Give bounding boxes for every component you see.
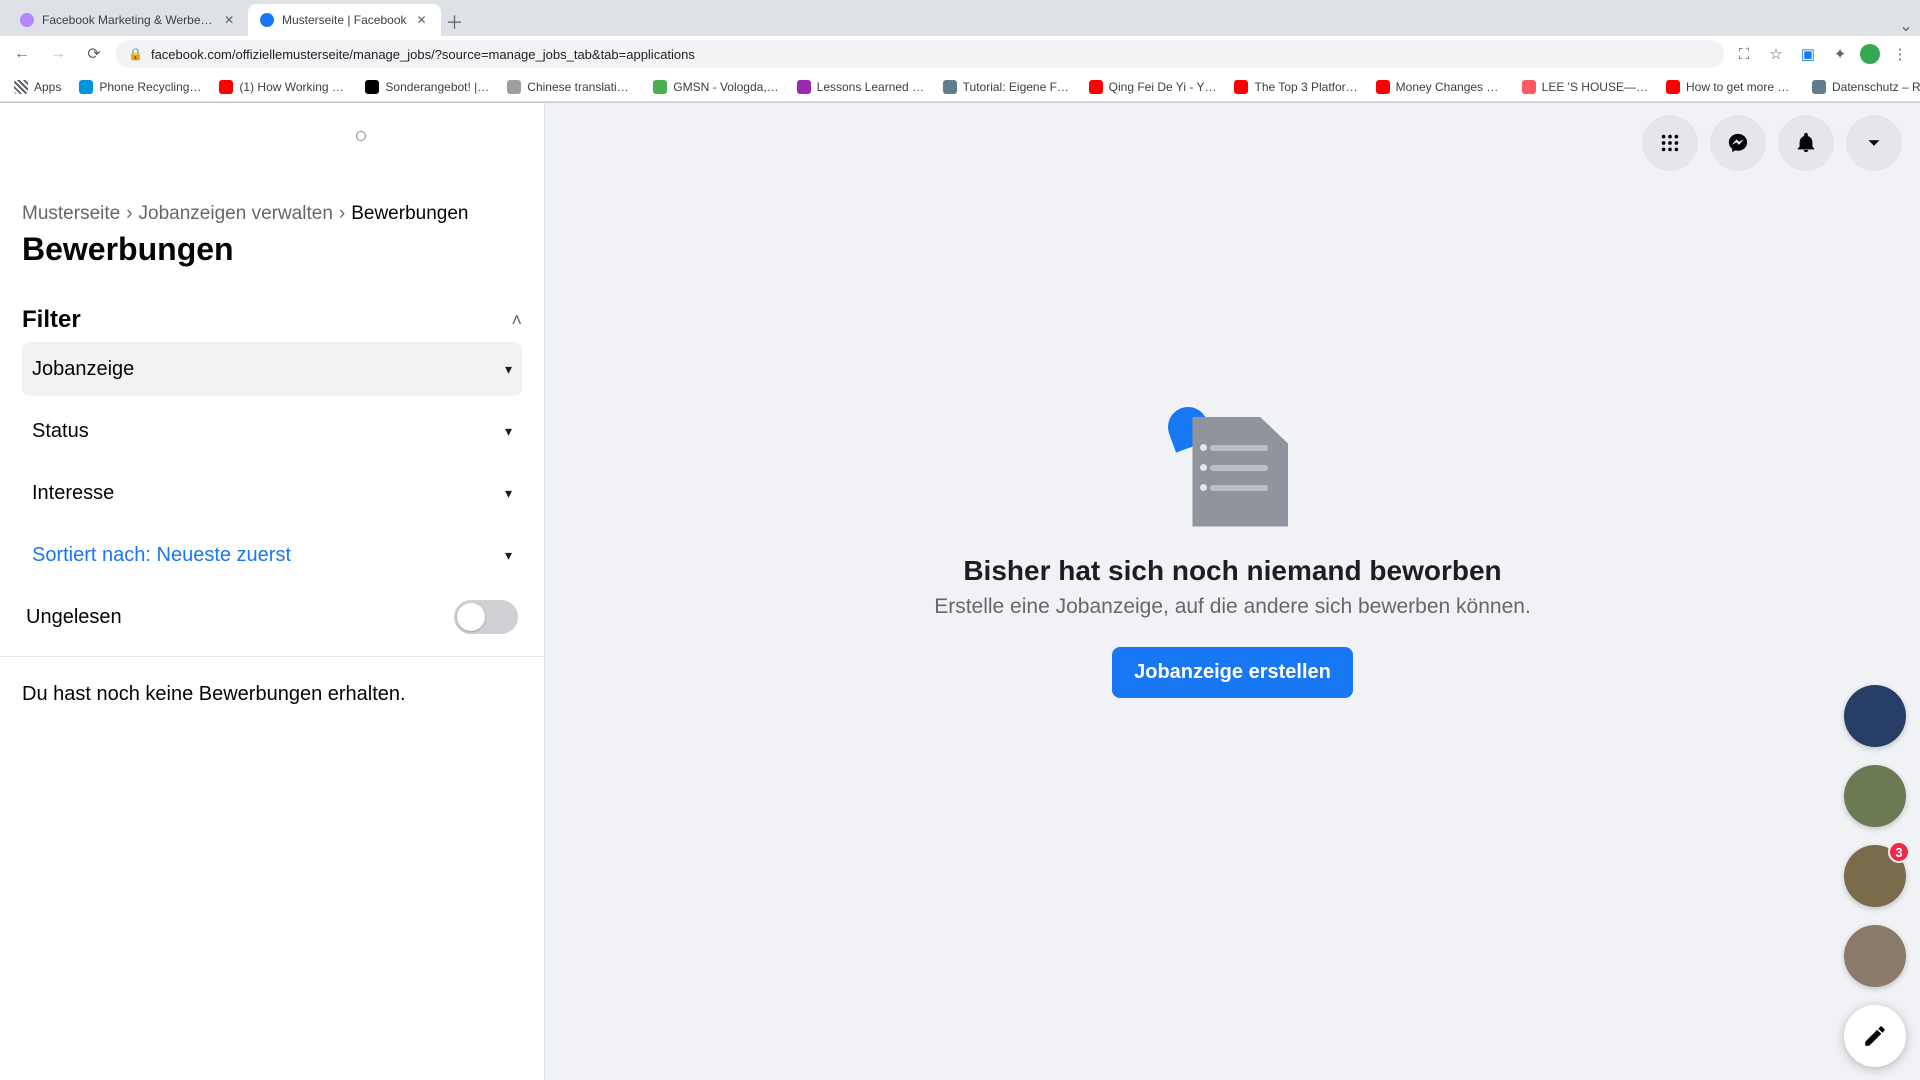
breadcrumb-item[interactable]: Jobanzeigen verwalten [139, 203, 333, 225]
bookmark-item[interactable]: Lessons Learned f… [791, 78, 931, 96]
sidebar-empty-message: Du hast noch keine Bewerbungen erhalten. [22, 683, 522, 706]
browser-chrome: Facebook Marketing & Werbea… ✕ Mustersei… [0, 0, 1920, 103]
apps-icon [14, 80, 28, 94]
url-text: facebook.com/offiziellemusterseite/manag… [151, 47, 695, 62]
apps-shortcut[interactable]: Apps [8, 78, 67, 96]
menu-button[interactable] [1642, 115, 1698, 171]
document-icon [1192, 417, 1288, 527]
bookmark-item[interactable]: The Top 3 Platfor… [1228, 78, 1363, 96]
caret-down-icon: ▾ [505, 361, 512, 378]
facebook-app: f Musterseite › Jobanzeigen verwalten › … [0, 103, 1920, 1080]
browser-tab[interactable]: Musterseite | Facebook ✕ [248, 4, 441, 36]
forward-button[interactable]: → [44, 40, 72, 68]
page-title: Bewerbungen [22, 231, 522, 268]
bookmark-item[interactable]: LEE 'S HOUSE—… [1516, 78, 1654, 96]
close-icon[interactable]: ✕ [222, 13, 236, 27]
breadcrumb-item: Bewerbungen [351, 203, 468, 225]
filter-jobanzeige[interactable]: Jobanzeige ▾ [22, 342, 522, 396]
profile-avatar[interactable] [1860, 44, 1880, 64]
filter-toggle[interactable]: Filter ˄ [22, 306, 522, 334]
bookmark-item[interactable]: Qing Fei De Yi - Y… [1083, 78, 1223, 96]
divider [0, 656, 544, 657]
browser-tab[interactable]: Facebook Marketing & Werbea… ✕ [8, 4, 248, 36]
new-tab-button[interactable]: ＋ [441, 8, 469, 36]
contact-bubble[interactable] [1844, 685, 1906, 747]
caret-down-icon: ▾ [505, 547, 512, 564]
filter-ungelesen: Ungelesen [22, 600, 522, 634]
sidebar: Musterseite › Jobanzeigen verwalten › Be… [0, 103, 545, 1080]
bookmark-item[interactable]: Tutorial: Eigene Fa… [937, 78, 1077, 96]
filter-sort[interactable]: Sortiert nach: Neueste zuerst ▾ [22, 528, 522, 582]
facebook-ext-icon[interactable]: ▣ [1796, 42, 1820, 66]
bookmark-item[interactable]: Chinese translation… [501, 78, 641, 96]
bookmark-item[interactable]: Money Changes E… [1370, 78, 1510, 96]
grid-icon [1659, 132, 1681, 154]
tab-favicon [20, 13, 34, 27]
star-icon[interactable]: ☆ [1764, 42, 1788, 66]
close-icon[interactable]: ✕ [415, 13, 429, 27]
toggle-knob [457, 603, 485, 631]
bell-icon [1795, 132, 1817, 154]
filter-status[interactable]: Status ▾ [22, 404, 522, 458]
tab-title: Facebook Marketing & Werbea… [42, 13, 214, 27]
bookmark-item[interactable]: Datenschutz – Re… [1806, 78, 1920, 96]
account-button[interactable] [1846, 115, 1902, 171]
browser-toolbar: ← → ⟳ 🔒 facebook.com/offiziellemustersei… [0, 36, 1920, 72]
chevron-up-icon: ˄ [511, 310, 522, 331]
bookmark-item[interactable]: How to get more v… [1660, 78, 1800, 96]
bookmarks-bar: Apps Phone Recycling… (1) How Working a…… [0, 72, 1920, 102]
reload-button[interactable]: ⟳ [80, 40, 108, 68]
messenger-button[interactable] [1710, 115, 1766, 171]
notifications-button[interactable] [1778, 115, 1834, 171]
contact-bubble[interactable] [1844, 925, 1906, 987]
bookmark-item[interactable]: GMSN - Vologda,… [647, 78, 784, 96]
empty-illustration [1162, 407, 1302, 527]
compose-icon [1862, 1023, 1888, 1049]
address-bar[interactable]: 🔒 facebook.com/offiziellemusterseite/man… [116, 40, 1724, 68]
create-job-button[interactable]: Jobanzeige erstellen [1112, 647, 1353, 698]
qr-icon[interactable]: ⛶ [1732, 42, 1756, 66]
compose-button[interactable] [1844, 1005, 1906, 1067]
filter-label: Filter [22, 306, 81, 334]
unread-badge: 3 [1888, 841, 1910, 863]
extensions-icon[interactable]: ✦ [1828, 42, 1852, 66]
contacts-rail: 3 [1844, 685, 1906, 1067]
cursor-icon [356, 131, 366, 141]
bookmark-item[interactable]: Phone Recycling… [73, 78, 207, 96]
tab-favicon [260, 13, 274, 27]
breadcrumb-sep: › [339, 203, 345, 225]
caret-down-icon: ▾ [505, 423, 512, 440]
tab-strip: Facebook Marketing & Werbea… ✕ Mustersei… [0, 0, 1920, 36]
ungelesen-toggle[interactable] [454, 600, 518, 634]
caret-down-icon [1863, 132, 1885, 154]
main-content: Bisher hat sich noch niemand beworben Er… [545, 103, 1920, 1080]
caret-down-icon: ▾ [505, 485, 512, 502]
chevron-down-icon[interactable]: ⌄ [1892, 16, 1920, 36]
breadcrumb-sep: › [126, 203, 132, 225]
kebab-icon[interactable]: ⋮ [1888, 42, 1912, 66]
filter-interesse[interactable]: Interesse ▾ [22, 466, 522, 520]
contact-bubble[interactable] [1844, 765, 1906, 827]
messenger-icon [1727, 132, 1749, 154]
breadcrumb-item[interactable]: Musterseite [22, 203, 120, 225]
bookmark-item[interactable]: (1) How Working a… [213, 78, 353, 96]
contact-bubble[interactable]: 3 [1844, 845, 1906, 907]
bookmark-item[interactable]: Sonderangebot! |… [359, 78, 495, 96]
empty-subtitle: Erstelle eine Jobanzeige, auf die andere… [934, 595, 1531, 619]
empty-state: Bisher hat sich noch niemand beworben Er… [934, 407, 1531, 698]
back-button[interactable]: ← [8, 40, 36, 68]
lock-icon: 🔒 [128, 47, 143, 61]
breadcrumb: Musterseite › Jobanzeigen verwalten › Be… [22, 203, 522, 225]
tab-title: Musterseite | Facebook [282, 13, 407, 27]
empty-title: Bisher hat sich noch niemand beworben [963, 555, 1501, 587]
